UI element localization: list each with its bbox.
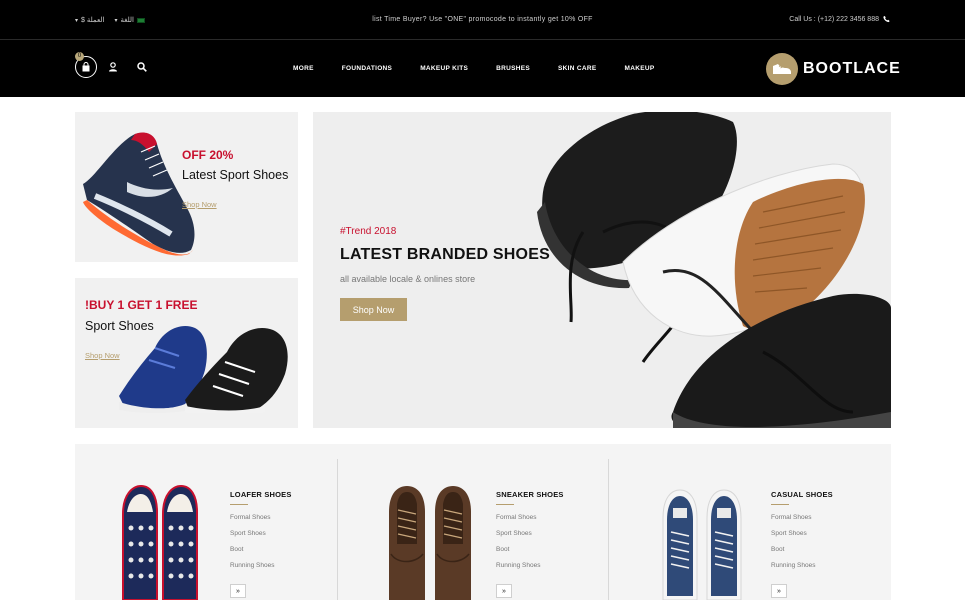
- title-underline: [496, 504, 514, 505]
- cart-button[interactable]: 0: [75, 52, 97, 78]
- menu-item-brushes[interactable]: BRUSHES: [496, 65, 530, 72]
- cart-count-badge: 0: [75, 52, 84, 61]
- chevron-right-icon[interactable]: »: [771, 584, 787, 598]
- category-loafer: LOAFER SHOES Formal Shoes Sport Shoes Bo…: [75, 444, 337, 600]
- hero-title: LATEST BRANDED SHOES: [340, 246, 550, 263]
- shop-now-link[interactable]: Shop Now: [182, 200, 217, 209]
- category-link[interactable]: Sport Shoes: [496, 530, 532, 537]
- promo-title: Latest Sport Shoes: [182, 168, 289, 182]
- sport-shoe-image: [83, 132, 195, 256]
- search-icon[interactable]: [137, 62, 147, 72]
- category-link[interactable]: Running Shoes: [496, 562, 540, 569]
- phone-icon: [883, 15, 890, 23]
- hero-subtitle: all available locale & onlines store: [340, 274, 476, 284]
- promo-accent: !BUY 1 GET 1 FREE: [85, 298, 198, 312]
- menu-item-more[interactable]: MORE: [293, 65, 314, 72]
- site-logo[interactable]: BOOTLACE: [766, 53, 901, 85]
- top-bar: ▾ $ العملة ▾ اللغة list Time Buyer? Use …: [0, 0, 965, 40]
- menu-item-makeup-kits[interactable]: MAKEUP KITS: [420, 65, 468, 72]
- category-link[interactable]: Sport Shoes: [771, 530, 807, 537]
- loafer-shoes-image: [122, 484, 198, 600]
- category-link[interactable]: Boot: [771, 546, 784, 553]
- sport-shoes-pair-image: [119, 326, 288, 413]
- category-link[interactable]: Formal Shoes: [496, 514, 536, 521]
- main-header: 0 MORE FOUNDATIONS MAKEUP KITS BRUSHES S…: [0, 40, 965, 97]
- category-title[interactable]: CASUAL SHOES: [771, 490, 833, 499]
- category-link[interactable]: Boot: [230, 546, 243, 553]
- category-title[interactable]: SNEAKER SHOES: [496, 490, 564, 499]
- casual-shoes-image: [662, 489, 742, 600]
- category-link[interactable]: Formal Shoes: [771, 514, 811, 521]
- chevron-right-icon[interactable]: »: [496, 584, 512, 598]
- hero-banner: #Trend 2018 LATEST BRANDED SHOES all ava…: [313, 112, 891, 428]
- title-underline: [230, 504, 248, 505]
- hero-shop-now-button[interactable]: Shop Now: [340, 298, 407, 321]
- sneaker-shoes-image: [389, 486, 471, 600]
- main-menu: MORE FOUNDATIONS MAKEUP KITS BRUSHES SKI…: [293, 65, 682, 72]
- category-section: LOAFER SHOES Formal Shoes Sport Shoes Bo…: [75, 444, 891, 600]
- category-link[interactable]: Running Shoes: [230, 562, 274, 569]
- category-link[interactable]: Boot: [496, 546, 509, 553]
- category-link[interactable]: Formal Shoes: [230, 514, 270, 521]
- hero-shoes-image: [537, 112, 891, 428]
- category-link[interactable]: Running Shoes: [771, 562, 815, 569]
- logo-shoe-icon: [766, 53, 798, 85]
- title-underline: [771, 504, 789, 505]
- hero-tag: #Trend 2018: [340, 226, 397, 237]
- menu-item-makeup[interactable]: MAKEUP: [625, 65, 655, 72]
- phone-text: Call Us : (+12) 222 3456 888: [789, 15, 879, 23]
- logo-text: BOOTLACE: [803, 60, 901, 77]
- menu-item-skin-care[interactable]: SKIN CARE: [558, 65, 596, 72]
- chevron-right-icon[interactable]: »: [230, 584, 246, 598]
- promo-banner-buy-one-get-one[interactable]: !BUY 1 GET 1 FREE Sport Shoes Shop Now: [75, 278, 298, 428]
- promo-accent: OFF 20%: [182, 148, 234, 162]
- cart-icon: [82, 62, 90, 72]
- promo-banner-sport-shoes[interactable]: OFF 20% Latest Sport Shoes Shop Now: [75, 112, 298, 262]
- category-link[interactable]: Sport Shoes: [230, 530, 266, 537]
- user-icon[interactable]: [108, 62, 118, 72]
- category-title[interactable]: LOAFER SHOES: [230, 490, 292, 499]
- category-sneaker: SNEAKER SHOES Formal Shoes Sport Shoes B…: [338, 444, 608, 600]
- menu-item-foundations[interactable]: FOUNDATIONS: [342, 65, 392, 72]
- category-casual: CASUAL SHOES Formal Shoes Sport Shoes Bo…: [609, 444, 891, 600]
